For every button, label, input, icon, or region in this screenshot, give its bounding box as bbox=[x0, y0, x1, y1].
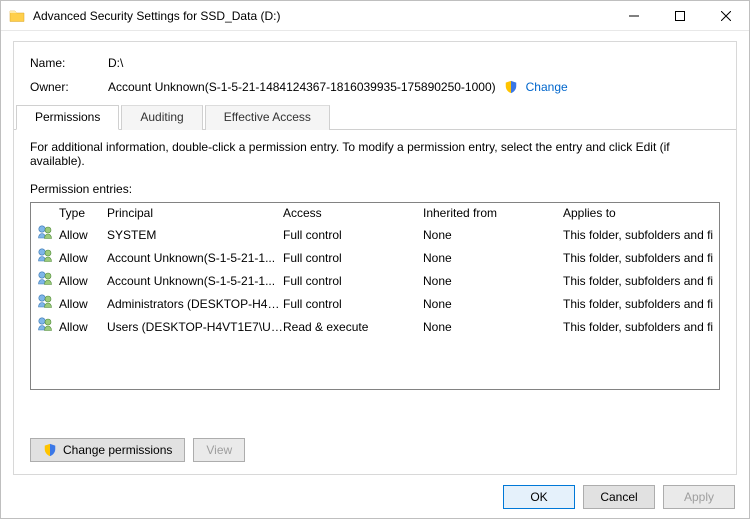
table-row[interactable]: AllowUsers (DESKTOP-H4VT1E7\Use...Read &… bbox=[31, 315, 719, 338]
name-label: Name: bbox=[30, 56, 108, 70]
shield-icon bbox=[504, 80, 518, 94]
cell-type: Allow bbox=[59, 272, 107, 290]
folder-icon bbox=[9, 8, 25, 24]
principal-icon bbox=[37, 316, 59, 337]
cancel-button[interactable]: Cancel bbox=[583, 485, 655, 509]
cell-principal: Users (DESKTOP-H4VT1E7\Use... bbox=[107, 318, 283, 336]
instruction-text: For additional information, double-click… bbox=[30, 140, 720, 168]
principal-icon bbox=[37, 247, 59, 268]
table-row[interactable]: AllowAdministrators (DESKTOP-H4V...Full … bbox=[31, 292, 719, 315]
cell-access: Full control bbox=[283, 226, 423, 244]
cell-principal: SYSTEM bbox=[107, 226, 283, 244]
principal-icon bbox=[37, 270, 59, 291]
cell-type: Allow bbox=[59, 249, 107, 267]
cell-inherited: None bbox=[423, 272, 563, 290]
main-panel: Name: D:\ Owner: Account Unknown(S-1-5-2… bbox=[13, 41, 737, 475]
col-inherited[interactable]: Inherited from bbox=[423, 206, 563, 220]
tab-label: Effective Access bbox=[224, 110, 311, 124]
panel-buttons: Change permissions View bbox=[30, 438, 245, 462]
title-bar: Advanced Security Settings for SSD_Data … bbox=[1, 1, 749, 31]
principal-icon bbox=[37, 224, 59, 245]
dialog-footer: OK Cancel Apply bbox=[1, 475, 749, 518]
name-value: D:\ bbox=[108, 56, 123, 70]
cell-access: Full control bbox=[283, 249, 423, 267]
table-row[interactable]: AllowSYSTEMFull controlNoneThis folder, … bbox=[31, 223, 719, 246]
cell-applies: This folder, subfolders and files bbox=[563, 272, 713, 290]
table-row[interactable]: AllowAccount Unknown(S-1-5-21-1...Full c… bbox=[31, 246, 719, 269]
col-type[interactable]: Type bbox=[59, 206, 107, 220]
ok-button[interactable]: OK bbox=[503, 485, 575, 509]
tab-strip: Permissions Auditing Effective Access bbox=[14, 104, 736, 130]
cell-access: Full control bbox=[283, 272, 423, 290]
close-button[interactable] bbox=[703, 1, 749, 31]
col-access[interactable]: Access bbox=[283, 206, 423, 220]
cell-principal: Administrators (DESKTOP-H4V... bbox=[107, 295, 283, 313]
cell-applies: This folder, subfolders and files bbox=[563, 295, 713, 313]
tab-auditing[interactable]: Auditing bbox=[121, 105, 202, 130]
col-applies[interactable]: Applies to bbox=[563, 206, 713, 220]
button-label: OK bbox=[530, 490, 547, 504]
permissions-table: Type Principal Access Inherited from App… bbox=[30, 202, 720, 390]
cell-type: Allow bbox=[59, 226, 107, 244]
table-row[interactable]: AllowAccount Unknown(S-1-5-21-1...Full c… bbox=[31, 269, 719, 292]
principal-icon bbox=[37, 293, 59, 314]
col-principal[interactable]: Principal bbox=[107, 206, 283, 220]
cell-applies: This folder, subfolders and files bbox=[563, 249, 713, 267]
button-label: View bbox=[206, 443, 232, 457]
button-label: Change permissions bbox=[63, 443, 172, 457]
button-label: Apply bbox=[684, 490, 714, 504]
tab-permissions[interactable]: Permissions bbox=[16, 105, 119, 130]
cell-access: Read & execute bbox=[283, 318, 423, 336]
cell-inherited: None bbox=[423, 318, 563, 336]
view-button: View bbox=[193, 438, 245, 462]
tab-label: Permissions bbox=[35, 110, 100, 124]
cell-access: Full control bbox=[283, 295, 423, 313]
name-row: Name: D:\ bbox=[30, 56, 720, 70]
button-label: Cancel bbox=[600, 490, 637, 504]
cell-applies: This folder, subfolders and files bbox=[563, 226, 713, 244]
owner-label: Owner: bbox=[30, 80, 108, 94]
cell-applies: This folder, subfolders and files bbox=[563, 318, 713, 336]
cell-type: Allow bbox=[59, 295, 107, 313]
entries-label: Permission entries: bbox=[30, 182, 720, 196]
tab-label: Auditing bbox=[140, 110, 183, 124]
owner-value: Account Unknown(S-1-5-21-1484124367-1816… bbox=[108, 80, 496, 94]
cell-type: Allow bbox=[59, 318, 107, 336]
change-owner-link[interactable]: Change bbox=[526, 80, 568, 94]
cell-inherited: None bbox=[423, 249, 563, 267]
cell-inherited: None bbox=[423, 226, 563, 244]
cell-inherited: None bbox=[423, 295, 563, 313]
cell-principal: Account Unknown(S-1-5-21-1... bbox=[107, 272, 283, 290]
minimize-button[interactable] bbox=[611, 1, 657, 31]
window-title: Advanced Security Settings for SSD_Data … bbox=[33, 9, 280, 23]
maximize-button[interactable] bbox=[657, 1, 703, 31]
apply-button: Apply bbox=[663, 485, 735, 509]
cell-principal: Account Unknown(S-1-5-21-1... bbox=[107, 249, 283, 267]
tab-effective-access[interactable]: Effective Access bbox=[205, 105, 330, 130]
shield-icon bbox=[43, 443, 57, 457]
owner-row: Owner: Account Unknown(S-1-5-21-14841243… bbox=[30, 80, 720, 94]
table-header: Type Principal Access Inherited from App… bbox=[31, 203, 719, 223]
change-permissions-button[interactable]: Change permissions bbox=[30, 438, 185, 462]
